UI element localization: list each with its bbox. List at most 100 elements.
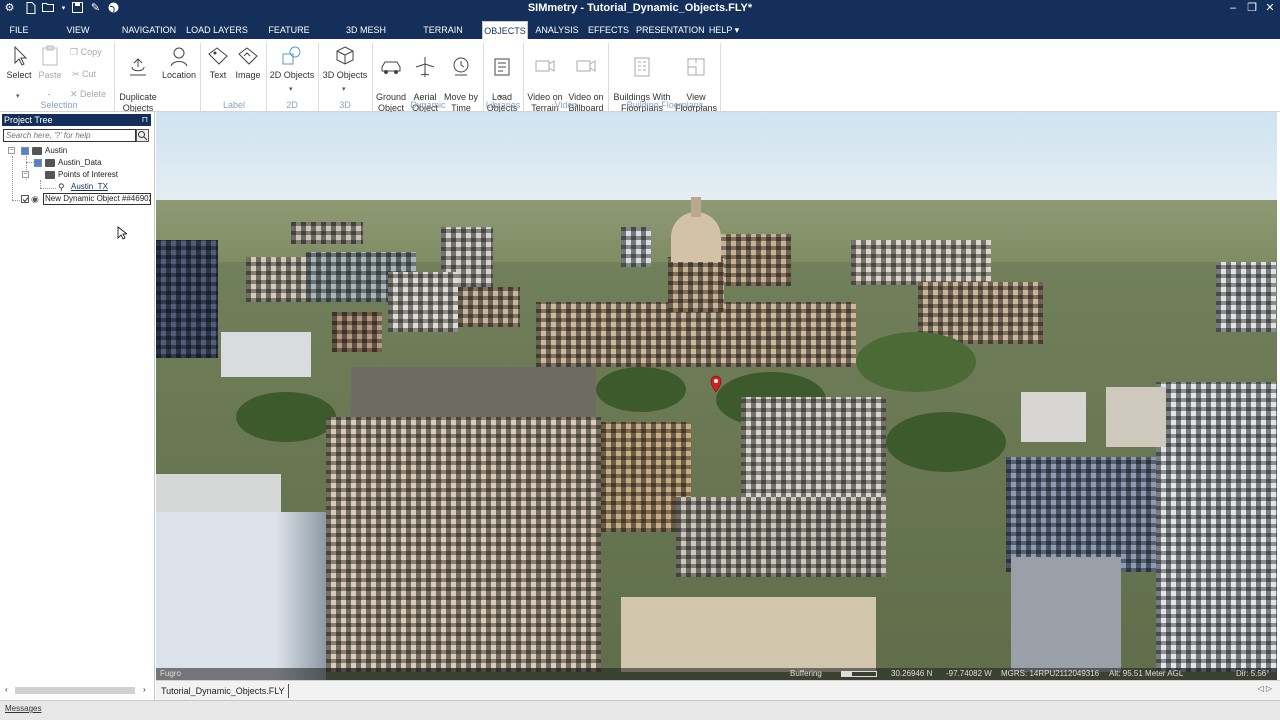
tree-horizontal-scrollbar[interactable]: ‹ › xyxy=(3,685,151,695)
building xyxy=(246,257,306,302)
text-label-button[interactable]: Text xyxy=(204,44,232,81)
paste-button[interactable]: Paste xyxy=(36,44,64,81)
tree-search-input[interactable] xyxy=(3,129,136,142)
close-button[interactable]: ✕ xyxy=(1262,1,1278,16)
cut-button[interactable]: ✂ Cut xyxy=(72,67,96,81)
document-tab[interactable]: Tutorial_Dynamic_Objects.FLY xyxy=(158,684,289,698)
tab-effects[interactable]: EFFECTS xyxy=(588,21,629,39)
tree-item-austin[interactable]: − Austin xyxy=(0,145,150,157)
group-separator xyxy=(720,43,721,111)
clock-icon xyxy=(453,57,469,76)
tab-navigation-arrows[interactable]: ◁ ▷ xyxy=(1257,684,1272,693)
airplane-icon xyxy=(415,57,435,77)
tab-analysis[interactable]: ANALYSIS xyxy=(535,21,579,39)
pin-icon[interactable]: ⊓ xyxy=(142,114,148,126)
location-button[interactable]: Location xyxy=(161,44,197,81)
tab-feature-layer[interactable]: FEATURE LAYER xyxy=(255,21,323,53)
group-label-3d: 3D xyxy=(339,100,351,110)
3d-dropdown-icon[interactable]: ▾ xyxy=(342,85,346,93)
scroll-thumb[interactable] xyxy=(15,687,135,694)
group-label-dynamic: Dynamic xyxy=(410,100,446,110)
group-separator xyxy=(318,43,319,111)
tree-item-austin-data[interactable]: Austin_Data xyxy=(0,157,150,169)
tab-presentation[interactable]: PRESENTATION xyxy=(636,21,705,39)
building xyxy=(156,512,326,680)
building xyxy=(332,312,382,352)
group-label-building-floorplans: Building Floorplans xyxy=(626,100,704,110)
3d-cube-icon xyxy=(336,46,354,65)
delete-icon: ✕ xyxy=(70,89,81,99)
tree-item-new-dynamic-object[interactable]: ◉ New Dynamic Object ##46902 xyxy=(0,193,152,205)
tab-help[interactable]: HELP ▾ xyxy=(707,21,741,39)
tab-terrain-layer[interactable]: TERRAIN LAYER xyxy=(409,21,477,53)
layer-checkbox[interactable] xyxy=(21,147,29,155)
tab-navigation[interactable]: NAVIGATION xyxy=(120,21,178,39)
building-roof xyxy=(351,367,596,422)
building xyxy=(388,272,458,332)
tree-item-points-of-interest[interactable]: − Points of Interest xyxy=(0,169,150,181)
tab-load-layers[interactable]: LOAD LAYERS xyxy=(186,21,248,39)
2d-shapes-icon xyxy=(282,46,301,65)
minimize-button[interactable]: – xyxy=(1225,1,1241,16)
capitol-spire xyxy=(691,197,701,217)
scissors-icon: ✂ xyxy=(72,69,83,79)
3d-objects-button[interactable]: 3D Objects xyxy=(321,44,369,81)
poi-marker-icon[interactable] xyxy=(710,375,722,393)
scroll-left-icon[interactable]: ‹ xyxy=(5,685,8,694)
copy-icon: ❐ xyxy=(70,47,81,57)
latitude-readout: 30.26946 N xyxy=(891,669,933,678)
title-bar: ⚙ ▾ ✎ SIMmetry - Tutorial_Dynamic_Object… xyxy=(0,0,1280,18)
longitude-readout: -97.74082 W xyxy=(946,669,992,678)
layer-checkbox[interactable] xyxy=(21,195,29,203)
copy-button[interactable]: ❐ Copy xyxy=(70,45,102,59)
scroll-right-icon[interactable]: › xyxy=(143,685,146,694)
2d-dropdown-icon[interactable]: ▾ xyxy=(289,85,293,93)
building xyxy=(1006,457,1166,572)
delete-button[interactable]: ✕ Delete xyxy=(70,87,106,101)
2d-objects-button[interactable]: 2D Objects xyxy=(268,44,316,81)
cursor-icon xyxy=(14,45,28,66)
building-icon xyxy=(634,57,650,77)
folder-icon xyxy=(32,147,42,155)
parking-garage xyxy=(676,497,886,577)
mgrs-readout: MGRS: 14RPU2112049316 xyxy=(1001,669,1100,678)
capitol-dome xyxy=(671,212,721,262)
select-button[interactable]: Select xyxy=(4,44,34,81)
select-dropdown-icon[interactable]: ▾ xyxy=(16,92,20,100)
group-label-video: Video xyxy=(554,100,578,110)
tab-view-settings[interactable]: VIEW SETTINGS xyxy=(43,21,113,53)
group-separator xyxy=(266,43,267,111)
viewport-status-bar: Fugro Buffering 30.26946 N -97.74082 W M… xyxy=(156,668,1277,680)
menu-bar: FILE VIEW SETTINGS NAVIGATION LOAD LAYER… xyxy=(0,18,1280,53)
office-tower xyxy=(326,417,601,672)
messages-tab[interactable]: Messages xyxy=(5,704,41,713)
tab-objects[interactable]: OBJECTS xyxy=(482,21,528,39)
rename-field[interactable]: New Dynamic Object ##46902 xyxy=(43,193,151,205)
tag-icon xyxy=(208,47,228,65)
tab-3d-mesh-layer[interactable]: 3D MESH LAYER xyxy=(331,21,401,53)
car-icon xyxy=(381,61,401,74)
ribbon: Select ▾ Paste ❐ Copy ✂ Cut ✕ Delete - S… xyxy=(0,39,1280,114)
paste-dropdown-icon[interactable]: - xyxy=(48,92,50,99)
layer-checkbox[interactable] xyxy=(34,159,42,167)
tree-canopy xyxy=(886,412,1006,472)
restore-button[interactable]: ❐ xyxy=(1244,1,1260,16)
building xyxy=(156,240,218,358)
collapse-icon[interactable]: − xyxy=(22,171,29,178)
image-label-button[interactable]: Image xyxy=(233,44,263,81)
tree-item-austin-tx[interactable]: ⚲ Austin_TX xyxy=(0,181,150,193)
location-icon xyxy=(170,47,188,67)
group-separator xyxy=(523,43,524,111)
tab-file[interactable]: FILE xyxy=(6,21,32,39)
group-separator xyxy=(372,43,373,111)
buffering-label: Buffering xyxy=(790,669,822,678)
group-separator xyxy=(200,43,201,111)
video-terrain-icon xyxy=(535,60,555,72)
group-label-2d: 2D xyxy=(286,100,298,110)
group-label-selection: Selection xyxy=(40,100,78,110)
duplicate-objects-button[interactable]: Duplicate Objects xyxy=(118,44,158,114)
3d-viewport[interactable]: Fugro Buffering 30.26946 N -97.74082 W M… xyxy=(156,112,1277,680)
search-icon[interactable] xyxy=(136,129,149,142)
collapse-icon[interactable]: − xyxy=(8,147,15,154)
project-tree-panel: Project Tree ⊓ − Austin Austin_Data − Po… xyxy=(0,112,155,700)
